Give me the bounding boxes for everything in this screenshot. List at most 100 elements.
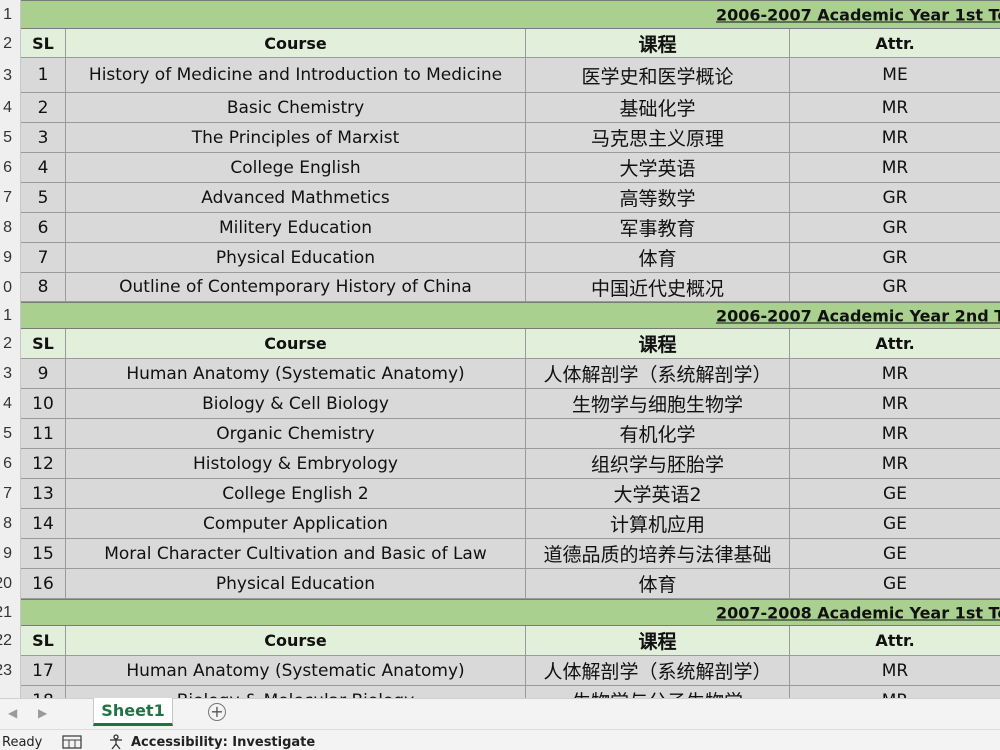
row-number[interactable]: 5	[0, 419, 12, 449]
course-cell[interactable]: Physical Education	[66, 569, 526, 599]
chinese-course-cell[interactable]: 体育	[526, 243, 790, 273]
attr-cell[interactable]: MR	[790, 656, 1000, 686]
row-number[interactable]: 2	[0, 329, 12, 359]
chinese-course-cell[interactable]: 大学英语	[526, 153, 790, 183]
course-cell[interactable]: The Principles of Marxist	[66, 123, 526, 153]
chinese-course-cell[interactable]: 生物学与细胞生物学	[526, 389, 790, 419]
chinese-course-cell[interactable]: 中国近代史概况	[526, 273, 790, 302]
attr-cell[interactable]: MR	[790, 153, 1000, 183]
row-number[interactable]: 2	[0, 29, 12, 58]
course-cell[interactable]: Human Anatomy (Systematic Anatomy)	[66, 656, 526, 686]
course-cell[interactable]: Human Anatomy (Systematic Anatomy)	[66, 359, 526, 389]
course-cell[interactable]: Biology & Molecular Biology	[66, 686, 526, 698]
chinese-course-cell[interactable]: 体育	[526, 569, 790, 599]
chinese-course-cell[interactable]: 马克思主义原理	[526, 123, 790, 153]
course-cell[interactable]: Physical Education	[66, 243, 526, 273]
row-number[interactable]: 6	[0, 153, 12, 183]
attr-cell[interactable]: GE	[790, 539, 1000, 569]
header-course-cell[interactable]: Course	[66, 29, 526, 58]
sl-cell[interactable]: 3	[21, 123, 66, 153]
accessibility-status[interactable]: Accessibility: Investigate	[131, 735, 315, 750]
chinese-course-cell[interactable]: 计算机应用	[526, 509, 790, 539]
attr-cell[interactable]: MR	[790, 123, 1000, 153]
row-number[interactable]	[0, 686, 12, 698]
attr-cell[interactable]: MR	[790, 359, 1000, 389]
sl-cell[interactable]: 9	[21, 359, 66, 389]
add-sheet-button[interactable]: +	[208, 703, 226, 721]
course-cell[interactable]: College English 2	[66, 479, 526, 509]
sl-cell[interactable]: 2	[21, 93, 66, 123]
chinese-course-cell[interactable]: 基础化学	[526, 93, 790, 123]
row-number[interactable]: 9	[0, 539, 12, 569]
row-number[interactable]: 5	[0, 123, 12, 153]
attr-cell[interactable]: GR	[790, 273, 1000, 302]
header-chinese-course-cell[interactable]: 课程	[526, 329, 790, 359]
course-cell[interactable]: Moral Character Cultivation and Basic of…	[66, 539, 526, 569]
chinese-course-cell[interactable]: 高等数学	[526, 183, 790, 213]
chinese-course-cell[interactable]: 道德品质的培养与法律基础	[526, 539, 790, 569]
header-attr-cell[interactable]: Attr.	[790, 29, 1000, 58]
row-number[interactable]: 1	[0, 302, 12, 329]
attr-cell[interactable]: MR	[790, 93, 1000, 123]
attr-cell[interactable]: GR	[790, 183, 1000, 213]
attr-cell[interactable]: ME	[790, 58, 1000, 93]
sl-cell[interactable]: 1	[21, 58, 66, 93]
header-chinese-course-cell[interactable]: 课程	[526, 626, 790, 656]
sl-cell[interactable]: 12	[21, 449, 66, 479]
attr-cell[interactable]: GE	[790, 479, 1000, 509]
attr-cell[interactable]: MR	[790, 449, 1000, 479]
attr-cell[interactable]: GE	[790, 569, 1000, 599]
sl-cell[interactable]: 16	[21, 569, 66, 599]
chinese-course-cell[interactable]: 医学史和医学概论	[526, 58, 790, 93]
header-sl-cell[interactable]: SL	[21, 626, 66, 656]
row-number[interactable]: 20	[0, 569, 12, 599]
course-cell[interactable]: Biology & Cell Biology	[66, 389, 526, 419]
attr-cell[interactable]: GE	[790, 509, 1000, 539]
row-number[interactable]: 3	[0, 58, 12, 93]
sheet-tab-sheet1[interactable]: Sheet1	[93, 698, 173, 726]
row-number[interactable]: 4	[0, 389, 12, 419]
worksheet-grid[interactable]: 12006-2007 Academic Year 1st Term2SLCour…	[0, 0, 1000, 698]
course-cell[interactable]: Advanced Mathmetics	[66, 183, 526, 213]
row-number[interactable]: 7	[0, 479, 12, 509]
attr-cell[interactable]: MR	[790, 419, 1000, 449]
chinese-course-cell[interactable]: 有机化学	[526, 419, 790, 449]
term-banner-cell[interactable]: 2006-2007 Academic Year 1st Term	[21, 0, 1000, 29]
sl-cell[interactable]: 10	[21, 389, 66, 419]
term-banner-cell[interactable]: 2006-2007 Academic Year 2nd Term	[21, 302, 1000, 329]
scroll-right-icon[interactable]: ▶	[38, 706, 47, 720]
course-cell[interactable]: History of Medicine and Introduction to …	[66, 58, 526, 93]
sl-cell[interactable]: 15	[21, 539, 66, 569]
row-number[interactable]: 1	[0, 0, 12, 29]
header-sl-cell[interactable]: SL	[21, 29, 66, 58]
course-cell[interactable]: Basic Chemistry	[66, 93, 526, 123]
attr-cell[interactable]: GR	[790, 243, 1000, 273]
header-attr-cell[interactable]: Attr.	[790, 329, 1000, 359]
accessibility-icon[interactable]	[107, 734, 125, 750]
chinese-course-cell[interactable]: 生物学与分子生物学	[526, 686, 790, 698]
attr-cell[interactable]: MR	[790, 686, 1000, 698]
row-number[interactable]: 21	[0, 599, 12, 626]
sl-cell[interactable]: 8	[21, 273, 66, 302]
sl-cell[interactable]: 14	[21, 509, 66, 539]
chinese-course-cell[interactable]: 大学英语2	[526, 479, 790, 509]
header-course-cell[interactable]: Course	[66, 329, 526, 359]
sl-cell[interactable]: 4	[21, 153, 66, 183]
header-attr-cell[interactable]: Attr.	[790, 626, 1000, 656]
row-number[interactable]: 22	[0, 626, 12, 656]
sl-cell[interactable]: 5	[21, 183, 66, 213]
row-number[interactable]: 7	[0, 183, 12, 213]
header-chinese-course-cell[interactable]: 课程	[526, 29, 790, 58]
scroll-left-icon[interactable]: ◀	[8, 706, 17, 720]
chinese-course-cell[interactable]: 军事教育	[526, 213, 790, 243]
header-course-cell[interactable]: Course	[66, 626, 526, 656]
sl-cell[interactable]: 11	[21, 419, 66, 449]
row-number[interactable]: 0	[0, 273, 12, 302]
row-number[interactable]: 4	[0, 93, 12, 123]
course-cell[interactable]: Organic Chemistry	[66, 419, 526, 449]
course-cell[interactable]: Outline of Contemporary History of China	[66, 273, 526, 302]
row-number[interactable]: 8	[0, 509, 12, 539]
chinese-course-cell[interactable]: 人体解剖学（系统解剖学）	[526, 359, 790, 389]
sl-cell[interactable]: 18	[21, 686, 66, 698]
course-cell[interactable]: Militery Education	[66, 213, 526, 243]
